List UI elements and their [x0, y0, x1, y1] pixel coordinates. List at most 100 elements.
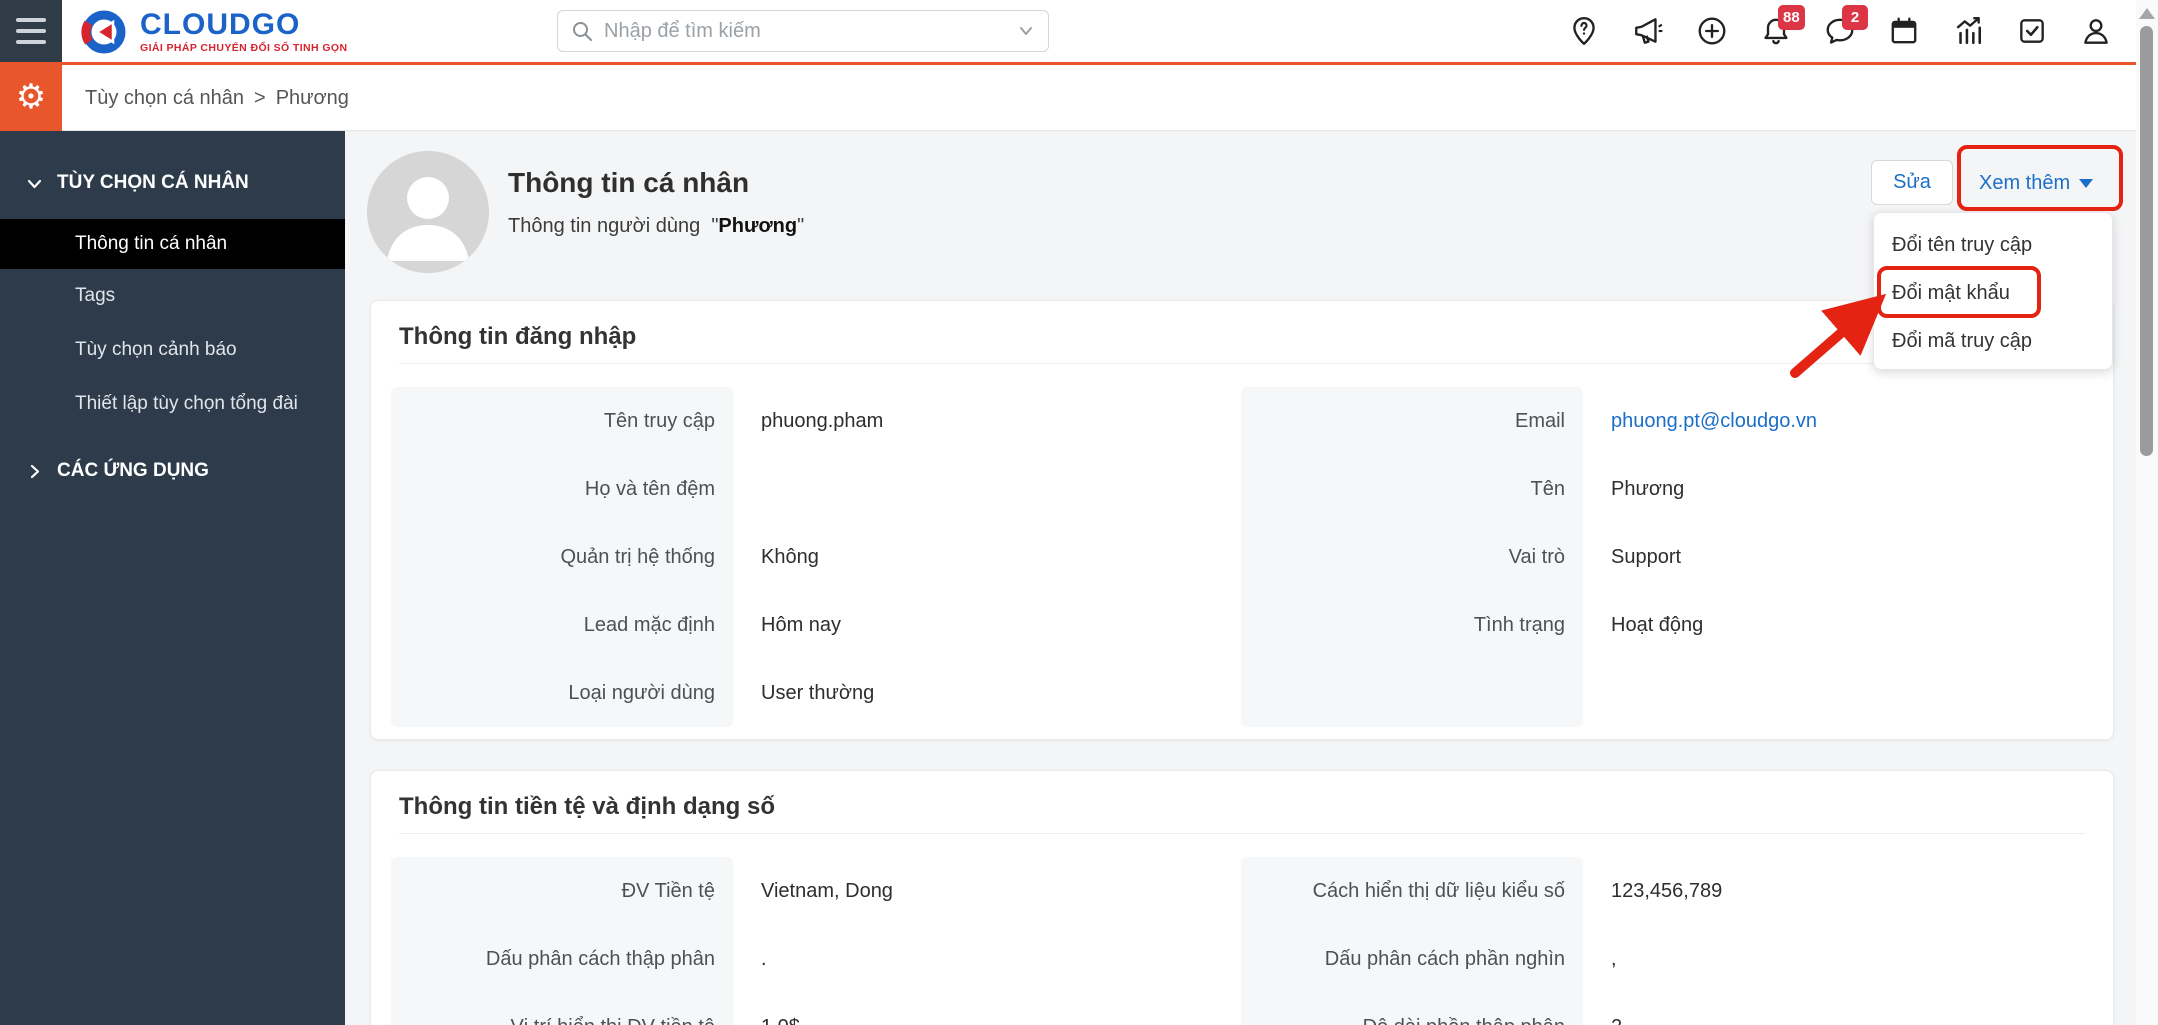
- sidebar-item-personal-info[interactable]: Thông tin cá nhân: [0, 219, 345, 269]
- logo-tagline: GIẢI PHÁP CHUYỂN ĐỔI SỐ TINH GỌN: [140, 42, 348, 54]
- topbar-icon-row: 88 2: [1562, 5, 2118, 53]
- field-row-decimal-length: Độ dài phần thập phân 2: [1241, 993, 2086, 1025]
- field-value: User thường: [761, 681, 875, 704]
- field-row-currency-unit: ĐV Tiền tệ Vietnam, Dong: [391, 857, 1236, 925]
- email-link[interactable]: phuong.pt@cloudgo.vn: [1583, 410, 1817, 433]
- subtitle-prefix: Thông tin người dùng: [508, 215, 701, 237]
- more-button-label: Xem thêm: [1979, 171, 2071, 194]
- main-content: Thông tin cá nhân Thông tin người dùng "…: [345, 131, 2136, 1025]
- field-value: 2: [1583, 1016, 1622, 1025]
- field-label: Dấu phân cách thập phân: [485, 947, 715, 970]
- field-value: Hoạt động: [1611, 613, 1704, 636]
- search-icon: [573, 22, 592, 41]
- settings-gear-icon[interactable]: ⚙: [0, 62, 62, 131]
- quote-close: ": [797, 215, 805, 237]
- tasks-check-icon[interactable]: [2010, 9, 2054, 53]
- search-input[interactable]: [604, 19, 1016, 43]
- field-value: 123,456,789: [1611, 879, 1723, 902]
- more-dropdown-menu: Đổi tên truy cập Đổi mật khẩu Đổi mã tru…: [1873, 212, 2113, 370]
- currency-info-card: Thông tin tiền tệ và định dạng số ĐV Tiề…: [370, 770, 2114, 1025]
- global-search[interactable]: [557, 10, 1049, 52]
- sidebar-group-label: TÙY CHỌN CÁ NHÂN: [57, 172, 249, 193]
- breadcrumb: Tùy chọn cá nhân > Phương: [85, 65, 349, 131]
- sidebar-group-label: CÁC ỨNG DỤNG: [57, 460, 209, 481]
- field-row-email: Email phuong.pt@cloudgo.vn: [1241, 387, 2086, 455]
- field-value: Hôm nay: [761, 613, 842, 636]
- breadcrumb-section[interactable]: Tùy chọn cá nhân: [85, 87, 244, 110]
- chevron-right-icon: [30, 464, 40, 478]
- field-row-username: Tên truy cập phuong.pham: [391, 387, 1236, 455]
- logo-title: CLOUDGO: [140, 8, 301, 41]
- page-subtitle: Thông tin người dùng "Phương": [508, 215, 804, 238]
- hamburger-menu-button[interactable]: [0, 0, 62, 62]
- field-label: Vai trò: [1508, 545, 1565, 568]
- field-value: 1.0$: [733, 1016, 800, 1025]
- sidebar-item-pbx-setup[interactable]: Thiết lập tùy chọn tổng đài: [0, 377, 345, 431]
- vertical-scrollbar[interactable]: [2136, 0, 2158, 1025]
- sidebar-item-tags[interactable]: Tags: [0, 269, 345, 323]
- field-label: Độ dài phần thập phân: [1241, 1016, 1583, 1025]
- messages-badge: 2: [1842, 5, 1868, 30]
- megaphone-icon[interactable]: [1626, 9, 1670, 53]
- more-button[interactable]: Xem thêm: [1979, 164, 2094, 202]
- field-value: ,: [1611, 947, 1617, 970]
- field-value: phuong.pham: [761, 409, 884, 432]
- cloudgo-app-window: CLOUDGO GIẢI PHÁP CHUYỂN ĐỔI SỐ TINH GỌN: [0, 0, 2158, 1025]
- field-row-default-lead: Lead mặc định Hôm nay: [391, 591, 1236, 659]
- edit-button[interactable]: Sửa: [1871, 160, 1953, 205]
- page-title: Thông tin cá nhân: [508, 167, 750, 198]
- add-circle-icon[interactable]: [1690, 9, 1734, 53]
- top-bar: CLOUDGO GIẢI PHÁP CHUYỂN ĐỔI SỐ TINH GỌN: [0, 0, 2158, 62]
- login-left-fields: Tên truy cập phuong.pham Họ và tên đệm Q…: [391, 387, 1236, 727]
- scroll-up-arrow-icon[interactable]: [2139, 8, 2155, 19]
- help-pin-icon[interactable]: [1562, 9, 1606, 53]
- field-value: Vietnam, Dong: [761, 879, 893, 902]
- field-label: Vị trí hiển thị ĐV tiền tệ: [391, 1016, 733, 1025]
- field-label: Cách hiển thị dữ liệu kiểu số: [1312, 879, 1565, 902]
- subtitle-user-name: Phương: [718, 215, 798, 237]
- field-label: Họ và tên đệm: [584, 477, 715, 500]
- field-row-symbol-position: Vị trí hiển thị ĐV tiền tệ 1.0$: [391, 993, 1236, 1025]
- notifications-bell-icon[interactable]: 88: [1754, 5, 1805, 53]
- messages-chat-icon[interactable]: 2: [1818, 5, 1868, 53]
- menu-item-change-access-code[interactable]: Đổi mã truy cập: [1874, 317, 2112, 365]
- sidebar-group-applications[interactable]: CÁC ỨNG DỤNG: [0, 449, 345, 493]
- field-row-middle-name: Họ và tên đệm: [391, 455, 1236, 523]
- currency-right-fields: Cách hiển thị dữ liệu kiểu số 123,456,78…: [1241, 857, 2086, 1025]
- sidebar-item-label: Tùy chọn cảnh báo: [75, 339, 237, 360]
- scrollbar-thumb[interactable]: [2140, 26, 2153, 456]
- sidebar-item-alert-options[interactable]: Tùy chọn cảnh báo: [0, 323, 345, 377]
- caret-down-icon: [2079, 178, 2094, 188]
- menu-item-change-password[interactable]: Đổi mật khẩu: [1874, 269, 2112, 317]
- cloudgo-logo-icon: [81, 10, 126, 54]
- currency-left-fields: ĐV Tiền tệ Vietnam, Dong Dấu phân cách t…: [391, 857, 1236, 1025]
- sidebar-item-label: Tags: [75, 285, 116, 306]
- field-value: .: [761, 947, 767, 970]
- search-scope-chevron-icon[interactable]: [1016, 21, 1036, 41]
- sidebar: TÙY CHỌN CÁ NHÂN Thông tin cá nhân Tags …: [0, 131, 345, 1025]
- notifications-badge: 88: [1778, 5, 1805, 30]
- field-row-user-type: Loại người dùng User thường: [391, 659, 1236, 727]
- section-title-login: Thông tin đăng nhập: [399, 323, 637, 350]
- field-value: Support: [1611, 545, 1682, 568]
- field-label: ĐV Tiền tệ: [621, 879, 715, 902]
- field-label: Tên truy cập: [603, 409, 715, 432]
- analytics-chart-icon[interactable]: [1946, 9, 1990, 53]
- menu-item-change-username[interactable]: Đổi tên truy cập: [1874, 221, 2112, 269]
- field-row-status: Tình trạng Hoạt động: [1241, 591, 2086, 659]
- calendar-icon[interactable]: [1882, 9, 1926, 53]
- login-info-card: Thông tin đăng nhập Tên truy cập phuong.…: [370, 300, 2114, 740]
- field-label: Dấu phân cách phần nghìn: [1324, 947, 1565, 970]
- sidebar-item-label: Thông tin cá nhân: [75, 233, 228, 254]
- login-right-fields: Email phuong.pt@cloudgo.vn Tên Phương Va…: [1241, 387, 2086, 727]
- field-value: Phương: [1611, 477, 1685, 500]
- breadcrumb-separator: >: [254, 86, 266, 109]
- sidebar-item-label: Thiết lập tùy chọn tổng đài: [75, 393, 298, 414]
- section-divider: [399, 833, 2085, 834]
- avatar: [367, 151, 489, 273]
- field-row-role: Vai trò Support: [1241, 523, 2086, 591]
- field-label: Email: [1514, 409, 1565, 432]
- user-account-icon[interactable]: [2074, 9, 2118, 53]
- sidebar-group-personal-options[interactable]: TÙY CHỌN CÁ NHÂN: [0, 161, 345, 205]
- breadcrumb-current: Phương: [275, 86, 349, 109]
